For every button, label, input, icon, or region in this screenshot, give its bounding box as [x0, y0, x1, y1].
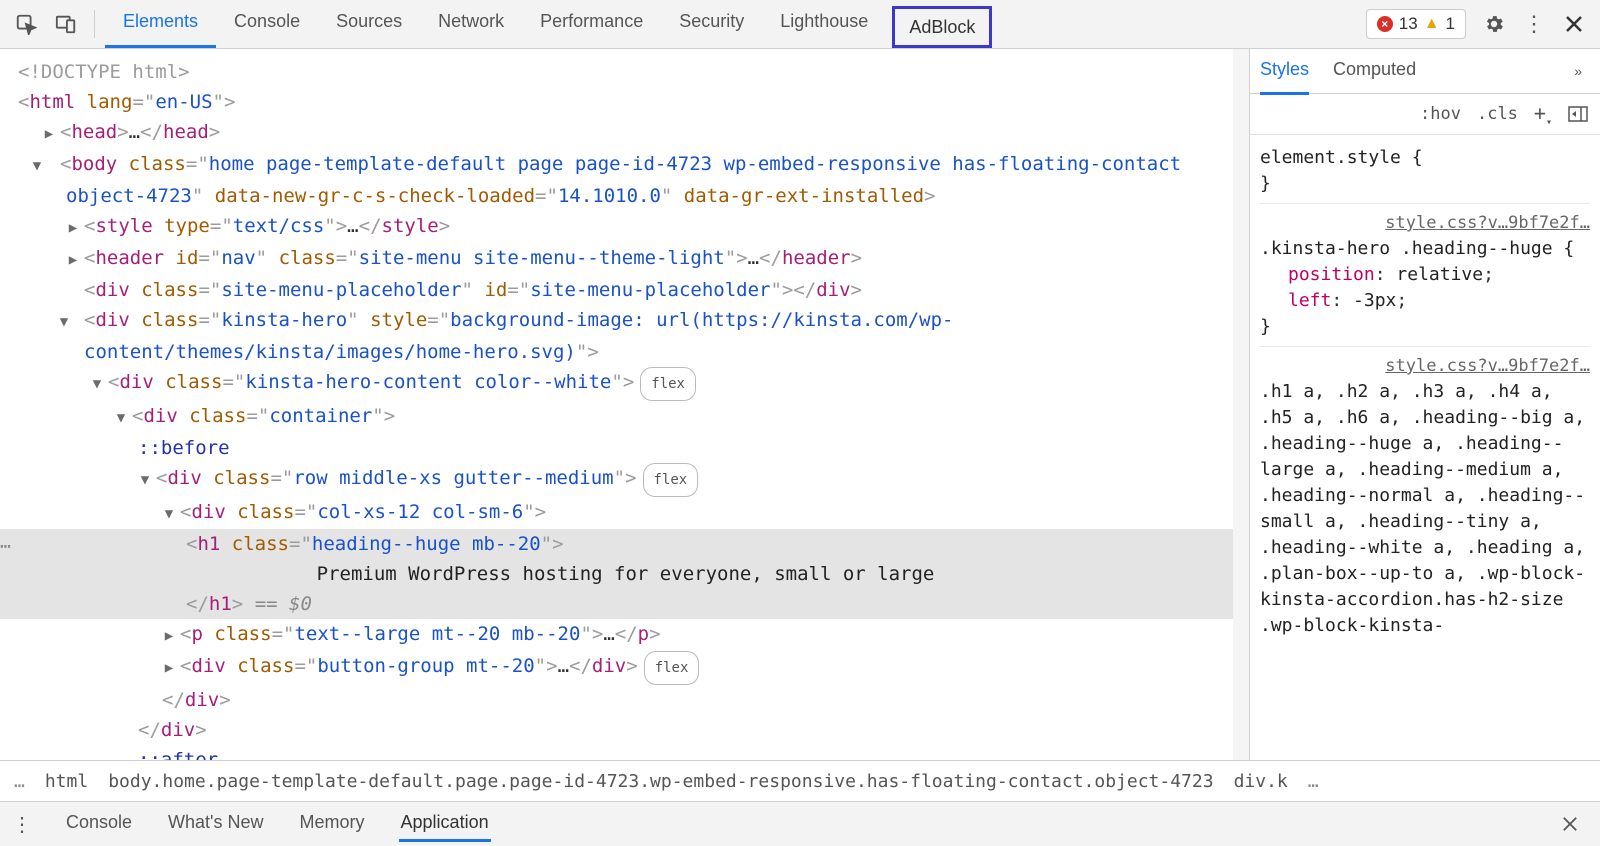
dom-hero-content[interactable]: ▼<div class="kinsta-hero-content color--…	[18, 367, 1233, 401]
issue-counter[interactable]: × 13 ▲ 1	[1366, 9, 1466, 39]
dom-placeholder[interactable]: <div class="site-menu-placeholder" id="s…	[18, 275, 1233, 305]
rule-headings[interactable]: style.css?v…9bf7e2f… .h1 a, .h2 a, .h3 a…	[1260, 347, 1590, 645]
rule-source-link[interactable]: style.css?v…9bf7e2f…	[1260, 353, 1590, 379]
main-tabs: Elements Console Sources Network Perform…	[105, 0, 1362, 48]
tab-sources[interactable]: Sources	[318, 0, 420, 48]
tab-console[interactable]: Console	[216, 0, 318, 48]
close-icon[interactable]	[1556, 6, 1592, 42]
dom-before[interactable]: ::before	[18, 433, 1233, 463]
tab-network[interactable]: Network	[420, 0, 522, 48]
warning-count: 1	[1446, 14, 1455, 34]
more-icon[interactable]: ⋮	[1516, 6, 1552, 42]
settings-icon[interactable]	[1476, 6, 1512, 42]
dom-scrollbar[interactable]	[1233, 49, 1249, 760]
dom-head[interactable]: ▶<head>…</head>	[18, 117, 1233, 149]
dom-body[interactable]: ▼<body class="home page-template-default…	[18, 149, 1233, 211]
styles-rules[interactable]: element.style { } style.css?v…9bf7e2f… .…	[1250, 135, 1600, 760]
tab-lighthouse[interactable]: Lighthouse	[762, 0, 886, 48]
flex-badge[interactable]: flex	[640, 367, 696, 401]
error-count: 13	[1399, 14, 1418, 34]
toggle-sidebar-icon[interactable]	[1564, 104, 1592, 124]
styles-sidebar: Styles Computed » :hov .cls +▾ element.s…	[1249, 49, 1600, 760]
dom-h1-text: Premium WordPress hosting for everyone, …	[18, 559, 1233, 589]
drawer-tab-whatsnew[interactable]: What's New	[166, 806, 265, 842]
drawer-tab-memory[interactable]: Memory	[298, 806, 367, 842]
tab-elements[interactable]: Elements	[105, 0, 216, 48]
dom-after[interactable]: ::after	[18, 745, 1233, 760]
styles-tab-computed[interactable]: Computed	[1333, 49, 1416, 95]
dom-p[interactable]: ▶<p class="text--large mt--20 mb--20">…<…	[18, 619, 1233, 651]
tab-security[interactable]: Security	[661, 0, 762, 48]
device-toggle-icon[interactable]	[48, 6, 84, 42]
dom-close-div[interactable]: </div>	[18, 685, 1233, 715]
dom-selected-h1[interactable]: ⋯ <h1 class="heading--huge mb--20"> Prem…	[0, 529, 1233, 619]
inspect-icon[interactable]	[8, 6, 44, 42]
cls-toggle[interactable]: .cls	[1473, 102, 1522, 126]
flex-badge[interactable]: flex	[644, 651, 700, 685]
drawer-menu-icon[interactable]: ⋮	[12, 806, 32, 842]
rule-kinsta-hero[interactable]: style.css?v…9bf7e2f… .kinsta-hero .headi…	[1260, 204, 1590, 347]
hov-toggle[interactable]: :hov	[1416, 102, 1465, 126]
crumb-divk[interactable]: div.k	[1234, 771, 1288, 792]
divider	[94, 10, 95, 38]
tab-performance[interactable]: Performance	[522, 0, 661, 48]
drawer: ⋮ Console What's New Memory Application	[0, 801, 1600, 846]
styles-tab-styles[interactable]: Styles	[1260, 49, 1309, 95]
styles-filter-row: :hov .cls +▾	[1250, 94, 1600, 135]
dom-breadcrumb[interactable]: … html body.home.page-template-default.p…	[0, 760, 1600, 801]
dom-close-div2[interactable]: </div>	[18, 715, 1233, 745]
crumb-overflow[interactable]: …	[14, 771, 25, 792]
dom-style[interactable]: ▶<style type="text/css">…</style>	[18, 211, 1233, 243]
crumb-body[interactable]: body.home.page-template-default.page.pag…	[108, 771, 1213, 792]
crumb-trail[interactable]: …	[1308, 771, 1319, 792]
rule-element-style[interactable]: element.style { }	[1260, 139, 1590, 204]
dom-doctype[interactable]: <!DOCTYPE html>	[18, 57, 1233, 87]
drawer-tab-application[interactable]: Application	[399, 806, 491, 842]
drawer-close-icon[interactable]	[1552, 806, 1588, 842]
drawer-tab-console[interactable]: Console	[64, 806, 134, 842]
dom-container[interactable]: ▼<div class="container">	[18, 401, 1233, 433]
dom-tree[interactable]: <!DOCTYPE html> <html lang="en-US"> ▶<he…	[0, 49, 1233, 760]
crumb-html[interactable]: html	[45, 771, 88, 792]
warning-icon: ▲	[1424, 15, 1440, 33]
dom-col[interactable]: ▼<div class="col-xs-12 col-sm-6">	[18, 497, 1233, 529]
dom-btn-group[interactable]: ▶<div class="button-group mt--20">…</div…	[18, 651, 1233, 685]
add-rule-icon[interactable]: +▾	[1530, 99, 1556, 130]
styles-tabs: Styles Computed »	[1250, 49, 1600, 94]
more-tabs-icon[interactable]: »	[1574, 63, 1582, 79]
devtools-toolbar: Elements Console Sources Network Perform…	[0, 0, 1600, 49]
dom-hero[interactable]: ▼<div class="kinsta-hero" style="backgro…	[18, 305, 1233, 367]
tab-adblock[interactable]: AdBlock	[892, 6, 992, 48]
error-icon: ×	[1377, 16, 1393, 32]
rule-source-link[interactable]: style.css?v…9bf7e2f…	[1260, 210, 1590, 236]
flex-badge[interactable]: flex	[643, 463, 699, 497]
dom-row[interactable]: ▼<div class="row middle-xs gutter--mediu…	[18, 463, 1233, 497]
dom-html[interactable]: <html lang="en-US">	[18, 87, 1233, 117]
dom-header[interactable]: ▶<header id="nav" class="site-menu site-…	[18, 243, 1233, 275]
